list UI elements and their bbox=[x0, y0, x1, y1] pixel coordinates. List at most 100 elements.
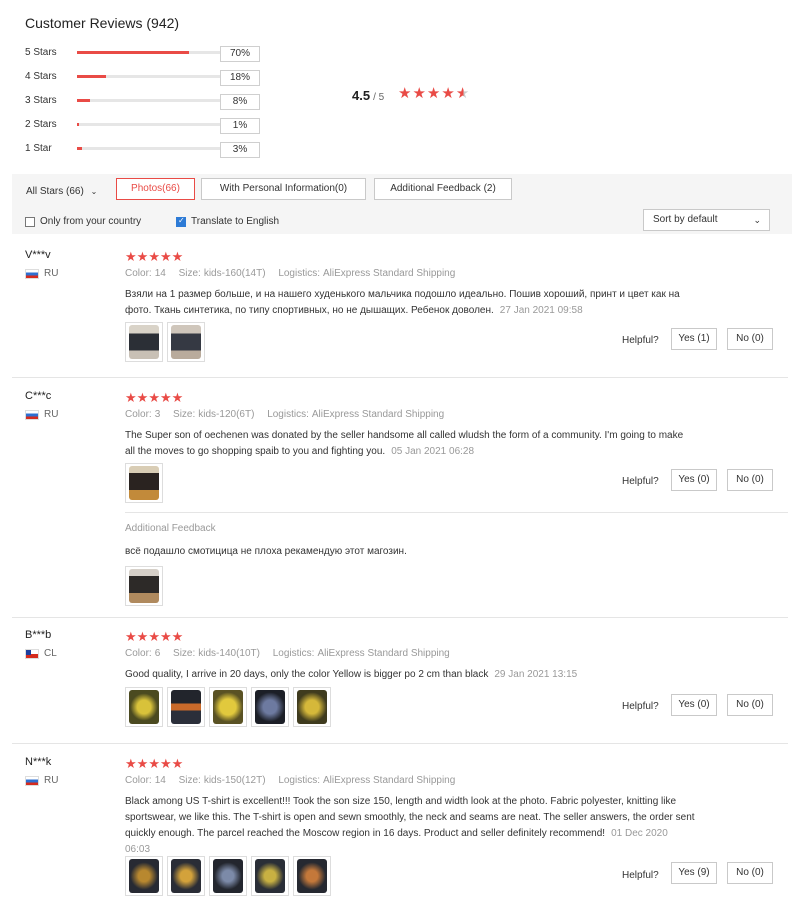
star-icon: ★ bbox=[125, 629, 137, 644]
review-photo-thumbnail[interactable] bbox=[125, 566, 163, 606]
size-value: kids-120(6T) bbox=[198, 409, 255, 420]
divider bbox=[12, 617, 788, 618]
helpful-no-button[interactable]: No (0) bbox=[727, 328, 773, 350]
dist-track bbox=[77, 146, 237, 150]
review-photo-thumbnail[interactable] bbox=[209, 856, 247, 896]
helpful-yes-button[interactable]: Yes (0) bbox=[671, 694, 717, 716]
dist-track bbox=[77, 122, 237, 126]
reviewer-name: B***b bbox=[25, 629, 52, 641]
reviews-title: Customer Reviews (942) bbox=[25, 15, 180, 31]
star-icon: ★ bbox=[125, 390, 137, 405]
star-icon: ★ bbox=[125, 756, 137, 771]
distribution-row-5[interactable]: 5 Stars bbox=[25, 45, 237, 59]
divider bbox=[12, 377, 788, 378]
size-value: kids-140(10T) bbox=[198, 648, 260, 659]
helpful-yes-button[interactable]: Yes (1) bbox=[671, 328, 717, 350]
overall-rating: 4.5 / 5 bbox=[352, 88, 384, 103]
star-icon: ★ bbox=[148, 756, 160, 771]
star-icon: ★ bbox=[159, 249, 172, 264]
helpful-no-button[interactable]: No (0) bbox=[727, 862, 773, 884]
reviewer-name: V***v bbox=[25, 249, 51, 261]
review-photos bbox=[125, 463, 167, 503]
distribution-row-4[interactable]: 4 Stars bbox=[25, 69, 237, 83]
review-date: 05 Jan 2021 06:28 bbox=[391, 446, 475, 457]
dist-label: 4 Stars bbox=[25, 70, 57, 82]
reviewer-country: RU bbox=[25, 409, 58, 420]
dist-percent: 18% bbox=[220, 70, 260, 86]
star-icon: ★ bbox=[171, 249, 184, 264]
review-photo-thumbnail[interactable] bbox=[167, 322, 205, 362]
review-photo-thumbnail[interactable] bbox=[167, 856, 205, 896]
logistics-label: Logistics: bbox=[278, 268, 320, 279]
reviewer-country: RU bbox=[25, 268, 58, 279]
review-photo-thumbnail[interactable] bbox=[293, 687, 331, 727]
dist-label: 3 Stars bbox=[25, 94, 57, 106]
helpful-yes-button[interactable]: Yes (0) bbox=[671, 469, 717, 491]
review-text: The Super son of oechenen was donated by… bbox=[125, 428, 685, 460]
review-photo-thumbnail[interactable] bbox=[125, 856, 163, 896]
translate-checkbox[interactable]: Translate to English bbox=[176, 216, 279, 227]
review-photo-thumbnail[interactable] bbox=[125, 463, 163, 503]
reviewer-name: C***c bbox=[25, 390, 52, 402]
review-text: Взяли на 1 размер больше, и на нашего ху… bbox=[125, 287, 685, 319]
dist-fill bbox=[77, 98, 90, 102]
star-icon: ★ bbox=[171, 629, 184, 644]
review-body: Взяли на 1 размер больше, и на нашего ху… bbox=[125, 289, 680, 316]
review-photo-thumbnail[interactable] bbox=[293, 856, 331, 896]
country-code: RU bbox=[44, 409, 59, 420]
personal-info-filter-button[interactable]: With Personal Information(0) bbox=[201, 178, 366, 200]
helpful-label: Helpful? bbox=[622, 476, 659, 487]
review-photo-thumbnail[interactable] bbox=[125, 687, 163, 727]
star-icon: ★ bbox=[148, 390, 160, 405]
dist-label: 1 Star bbox=[25, 142, 52, 154]
helpful-yes-button[interactable]: Yes (9) bbox=[671, 862, 717, 884]
review-stars: ★ ★ ★ ★ ★ bbox=[125, 249, 183, 264]
reviewer-country: CL bbox=[25, 648, 57, 659]
review-item: N***k RU ★ ★ ★ ★ ★ Color: 14 Size: kids-150(12… bbox=[12, 754, 788, 904]
review-photo-thumbnail[interactable] bbox=[251, 687, 289, 727]
review-photos bbox=[125, 322, 209, 362]
dist-track bbox=[77, 50, 237, 54]
all-stars-dropdown[interactable]: All Stars (66) ⌄ bbox=[26, 186, 97, 197]
helpful-no-button[interactable]: No (0) bbox=[727, 469, 773, 491]
logistics-value: AliExpress Standard Shipping bbox=[323, 268, 456, 279]
review-photo-thumbnail[interactable] bbox=[167, 687, 205, 727]
chevron-down-icon: ⌄ bbox=[753, 215, 761, 225]
star-icon: ★ bbox=[148, 629, 160, 644]
additional-feedback-filter-button[interactable]: Additional Feedback (2) bbox=[374, 178, 512, 200]
review-photo-thumbnail[interactable] bbox=[209, 687, 247, 727]
photos-filter-button[interactable]: Photos(66) bbox=[116, 178, 195, 200]
dist-fill bbox=[77, 50, 189, 54]
distribution-row-3[interactable]: 3 Stars bbox=[25, 93, 237, 107]
helpful-label: Helpful? bbox=[622, 870, 659, 881]
size-label: Size: bbox=[178, 775, 201, 786]
star-icon: ★ bbox=[171, 756, 184, 771]
chevron-down-icon: ⌄ bbox=[90, 187, 98, 196]
helpful-no-button[interactable]: No (0) bbox=[727, 694, 773, 716]
divider bbox=[12, 743, 788, 744]
logistics-label: Logistics: bbox=[278, 775, 320, 786]
rating-value: 4.5 bbox=[352, 88, 371, 103]
checkbox-box bbox=[25, 216, 35, 227]
logistics-label: Logistics: bbox=[272, 648, 315, 659]
star-icon: ★ bbox=[136, 249, 149, 264]
sort-select[interactable]: Sort by default ⌄ bbox=[643, 209, 770, 231]
star-icon: ★ bbox=[148, 249, 160, 264]
distribution-row-1[interactable]: 1 Star bbox=[25, 141, 237, 155]
country-code: RU bbox=[44, 268, 59, 279]
only-country-checkbox[interactable]: Only from your country bbox=[25, 216, 141, 227]
review-date: 29 Jan 2021 13:15 bbox=[494, 669, 578, 680]
helpful-label: Helpful? bbox=[622, 335, 659, 346]
review-photo-thumbnail[interactable] bbox=[251, 856, 289, 896]
review-meta: Color: 14 Size: kids-160(14T) Logistics: Al… bbox=[125, 268, 465, 279]
dist-percent: 1% bbox=[220, 118, 260, 134]
flag-cl-icon bbox=[25, 648, 39, 659]
additional-feedback-text: всё подашло смотицица не плоха рекаменду… bbox=[125, 546, 407, 557]
star-icon: ★ bbox=[136, 629, 149, 644]
distribution-row-2[interactable]: 2 Stars bbox=[25, 117, 237, 131]
review-photo-thumbnail[interactable] bbox=[125, 322, 163, 362]
review-photos bbox=[125, 687, 335, 727]
star-icon: ★ bbox=[159, 629, 172, 644]
half-star-icon: ★ bbox=[455, 85, 471, 102]
star-icon: ★ bbox=[398, 85, 413, 102]
